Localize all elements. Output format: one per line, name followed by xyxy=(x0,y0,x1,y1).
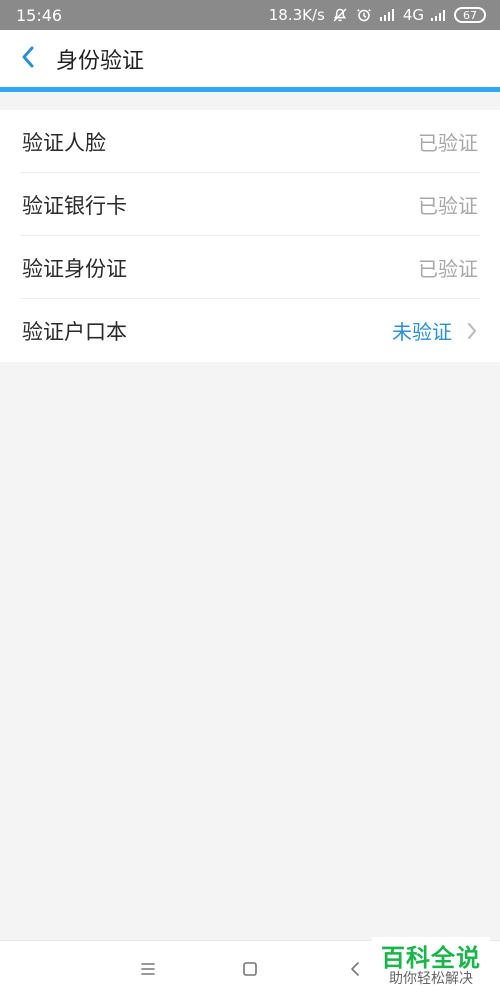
chevron-left-icon xyxy=(20,45,36,73)
verification-status-pending: 未验证 xyxy=(392,320,452,344)
verification-item-label: 验证户口本 xyxy=(22,319,127,344)
chevron-right-icon xyxy=(466,322,478,340)
alarm-icon xyxy=(355,6,373,24)
home-button[interactable] xyxy=(235,956,265,986)
hd-signal-icon xyxy=(379,6,397,24)
status-bar: 15:46 18.3K/s 4G 67 xyxy=(0,0,500,30)
verification-item-right: 已验证 xyxy=(418,127,478,156)
watermark-title: 百科全说 xyxy=(381,944,481,973)
menu-button[interactable] xyxy=(133,956,163,986)
screen: 15:46 18.3K/s 4G 67 身份验证 验证人脸 已验证 验证银行卡 … xyxy=(0,0,500,1000)
back-nav-button[interactable] xyxy=(340,956,370,986)
mute-icon xyxy=(331,6,349,24)
verification-status: 已验证 xyxy=(418,257,478,281)
home-square-icon xyxy=(242,961,258,981)
verification-item-face: 验证人脸 已验证 xyxy=(0,110,500,173)
verification-item-label: 验证身份证 xyxy=(22,256,127,281)
verification-status: 已验证 xyxy=(418,194,478,218)
verification-item-id-card: 验证身份证 已验证 xyxy=(0,236,500,299)
signal-icon xyxy=(430,6,448,24)
verification-item-bank-card: 验证银行卡 已验证 xyxy=(0,173,500,236)
verification-item-right: 已验证 xyxy=(418,253,478,282)
back-triangle-icon xyxy=(347,961,363,981)
status-right: 18.3K/s 4G 67 xyxy=(269,6,486,24)
page-title: 身份验证 xyxy=(56,48,145,74)
battery-level: 67 xyxy=(463,8,477,22)
content-gap xyxy=(0,92,500,110)
status-time: 15:46 xyxy=(16,5,63,25)
top-nav: 身份验证 xyxy=(0,30,500,92)
verification-item-label: 验证银行卡 xyxy=(22,193,127,218)
system-navigation-bar: 百科全说 助你轻松解决 xyxy=(0,937,500,1000)
verification-list: 验证人脸 已验证 验证银行卡 已验证 验证身份证 已验证 验证户口本 未验证 xyxy=(0,110,500,362)
verification-item-right: 已验证 xyxy=(418,190,478,219)
network-type: 4G xyxy=(402,6,424,24)
verification-status: 已验证 xyxy=(418,131,478,155)
network-speed: 18.3K/s xyxy=(268,6,325,24)
menu-icon xyxy=(140,961,156,981)
watermark-subtitle: 助你轻松解决 xyxy=(389,970,473,987)
watermark: 百科全说 助你轻松解决 xyxy=(372,937,490,995)
verification-item-household-register[interactable]: 验证户口本 未验证 xyxy=(0,299,500,362)
battery-icon: 67 xyxy=(454,7,486,23)
verification-item-right: 未验证 xyxy=(392,316,478,345)
back-button[interactable] xyxy=(0,28,56,90)
verification-item-label: 验证人脸 xyxy=(22,130,106,155)
